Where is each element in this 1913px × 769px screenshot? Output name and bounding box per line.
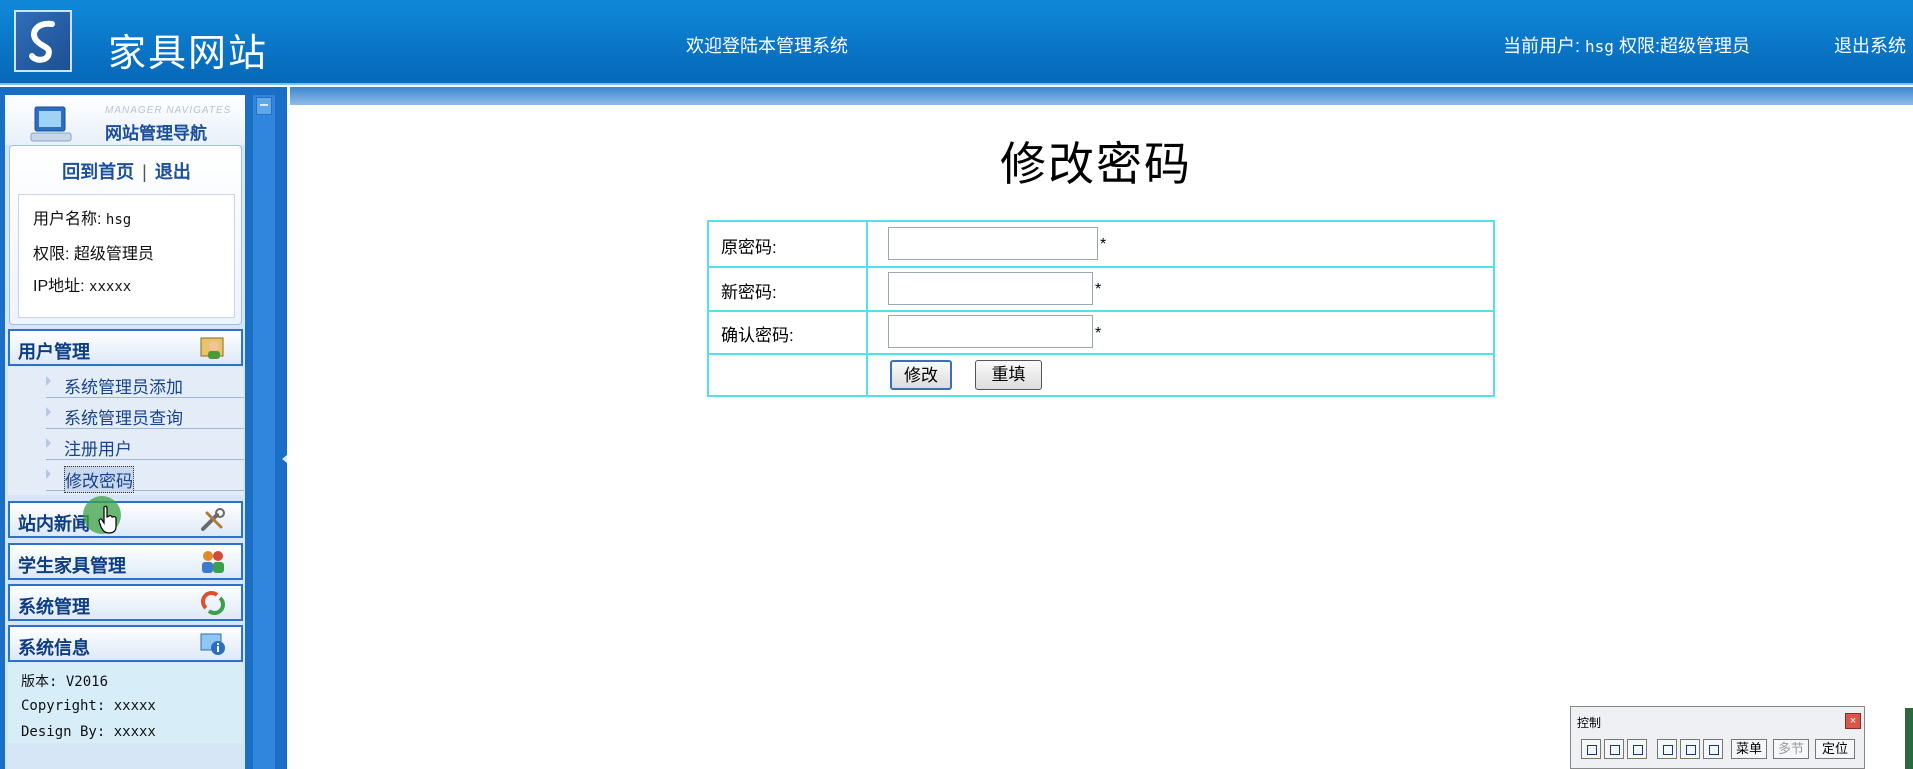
quick-links: 回到首页 | 退出 [10,158,243,184]
form-row-divider [709,310,1493,312]
current-user-name: hsg [1585,37,1614,56]
next-icon[interactable] [1627,739,1647,759]
people-icon [202,551,224,573]
current-user-info: 当前用户: hsg 权限:超级管理员 [1503,32,1750,58]
new-password-input[interactable] [888,272,1093,305]
user-info-box: 回到首页 | 退出 用户名称: hsg 权限: 超级管理员 IP地址: xxxxx [9,145,242,325]
old-password-input[interactable] [888,227,1098,260]
pointer-icon[interactable] [1703,739,1723,759]
tools-icon [201,508,225,531]
user-role-value: 超级管理员 [73,246,154,263]
user-name-line: 用户名称: hsg [33,205,131,229]
scroll-up-button[interactable] [256,97,272,115]
submenu-admin-query[interactable]: 系统管理员查询 [46,400,244,429]
right-edge-widget [1905,708,1913,769]
required-mark: * [1095,281,1102,298]
home-link[interactable]: 回到首页 [62,162,134,182]
sidebar-cat-sysinfo[interactable]: 系统信息 [8,625,243,662]
submenu-arrow-icon [46,438,51,448]
site-title: 家具网站 [108,31,269,75]
form-row-divider [709,353,1493,355]
submenu-change-password[interactable]: 修改密码 [46,462,244,493]
user-ip-value: xxxxx [89,279,132,295]
system-info-panel: 版本: V2016 Copyright: xxxxx Design By: xx… [8,663,243,743]
computer-icon [30,106,72,142]
close-icon[interactable]: × [1845,713,1861,729]
locate-button[interactable]: 定位 [1815,739,1855,759]
user-role-label: 权限: [33,246,70,263]
sidebar-cat-system[interactable]: 系统管理 [8,584,243,621]
sidebar-cat-furniture[interactable]: 学生家具管理 [8,543,243,580]
sidebar-cat-user-manage[interactable]: 用户管理 [8,329,243,366]
form-column-divider [866,222,868,395]
role-label: 权限: [1618,36,1660,56]
fit-width-icon[interactable] [1657,739,1677,759]
new-password-label: 新密码: [721,283,777,302]
nav-en-title: MANAGER NAVIGATES [105,105,232,116]
info-icon [200,633,225,655]
form-row-divider [709,266,1493,268]
sidebar-cat-label: 用户管理 [18,342,90,363]
nav-header: MANAGER NAVIGATES 网站管理导航 [5,95,245,145]
main-top-bar [290,87,1913,105]
control-panel-title: 控制 [1577,716,1602,730]
submenu-registered-users[interactable]: 注册用户 [46,431,244,460]
user-name-value: hsg [105,212,132,228]
sidebar: MANAGER NAVIGATES 网站管理导航 回到首页 | 退出 用户名称: h… [5,95,245,769]
submenu-arrow-icon [46,376,51,386]
user-ip-label: IP地址: [33,278,85,295]
user-name-label: 用户名称: [33,211,102,228]
top-header: 家具网站 欢迎登陆本管理系统 当前用户: hsg 权限:超级管理员 退出系统 [0,0,1913,85]
refresh-icon [201,591,225,615]
design-text: Design By: xxxxx [21,724,156,740]
fit-page-icon[interactable] [1680,739,1700,759]
copyright-text: Copyright: xxxxx [21,698,156,714]
submit-button[interactable]: 修改 [890,360,952,390]
hand-cursor-icon [98,505,117,534]
password-form: 原密码: * 新密码: * 确认密码: * 修改 重填 [707,220,1495,397]
required-mark: * [1095,325,1102,342]
nav-cn-title: 网站管理导航 [105,124,207,144]
user-submenu: 系统管理员添加 系统管理员查询 注册用户 修改密码 [8,367,244,495]
version-text: 版本: V2016 [21,674,109,690]
role-value: 超级管理员 [1659,36,1750,56]
required-mark: * [1100,236,1107,253]
current-user-label: 当前用户: [1503,36,1581,56]
submenu-admin-add[interactable]: 系统管理员添加 [46,369,244,398]
sidebar-cat-label: 系统信息 [18,638,90,659]
collapse-arrow-icon[interactable] [282,455,287,463]
control-panel: 控制 × 菜单 多节 定位 [1570,706,1865,769]
sidebar-cat-label: 学生家具管理 [18,556,126,577]
sidebar-cat-label: 站内新闻 [18,514,90,535]
welcome-text: 欢迎登陆本管理系统 [686,36,848,56]
sidebar-cat-news[interactable]: 站内新闻 [8,501,243,538]
menu-button[interactable]: 菜单 [1731,739,1767,759]
user-ip-line: IP地址: xxxxx [33,272,131,296]
user-role-line: 权限: 超级管理员 [33,240,154,264]
submenu-arrow-icon [46,469,51,479]
submenu-arrow-icon [46,407,51,417]
exit-link[interactable]: 退出 [155,162,191,182]
stop-icon[interactable] [1604,739,1624,759]
app-window: 家具网站 欢迎登陆本管理系统 当前用户: hsg 权限:超级管理员 退出系统 M… [0,0,1913,769]
user-manage-icon [200,337,224,359]
link-separator: | [142,162,147,182]
confirm-password-label: 确认密码: [721,326,794,345]
old-password-label: 原密码: [721,238,777,257]
logout-link[interactable]: 退出系统 [1834,32,1906,58]
page-title: 修改密码 [1000,137,1192,191]
multi-section-button[interactable]: 多节 [1773,739,1809,759]
reset-button[interactable]: 重填 [975,360,1042,390]
sidebar-collapse-strip [253,95,275,769]
prev-icon[interactable] [1581,739,1601,759]
user-card: 用户名称: hsg 权限: 超级管理员 IP地址: xxxxx [18,194,235,318]
confirm-password-input[interactable] [888,315,1093,348]
site-logo-icon [14,10,72,72]
sidebar-cat-label: 系统管理 [18,597,90,618]
